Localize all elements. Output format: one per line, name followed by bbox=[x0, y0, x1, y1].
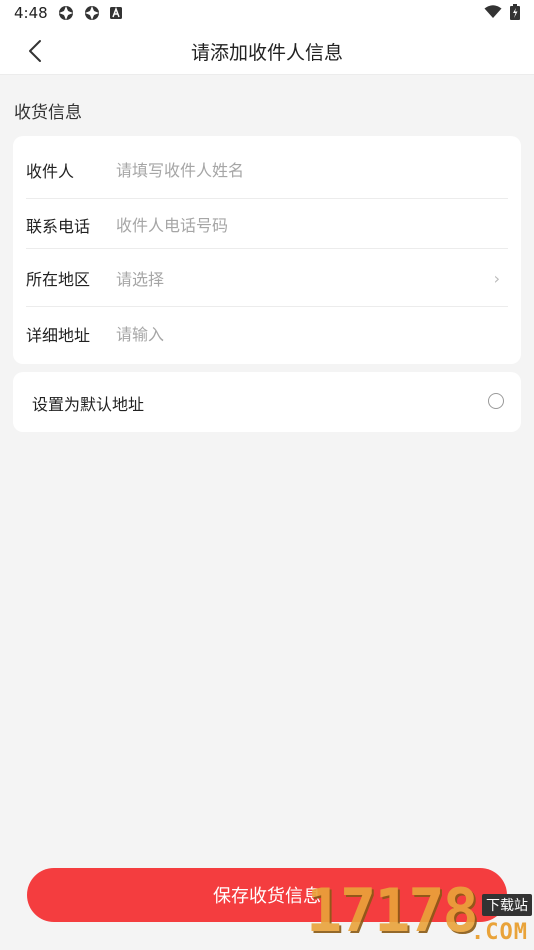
default-address-radio[interactable] bbox=[488, 393, 504, 409]
phone-row: 联系电话 bbox=[26, 199, 508, 251]
status-time: 4:48 bbox=[14, 4, 48, 22]
watermark-number: 17178 bbox=[306, 876, 479, 946]
watermark-logo: 17178 下载站 .COM bbox=[306, 876, 534, 950]
divider bbox=[26, 248, 508, 249]
address-label: 详细地址 bbox=[26, 326, 91, 345]
region-select[interactable]: 请选择 bbox=[116, 266, 494, 290]
a-icon bbox=[110, 7, 122, 19]
default-address-label: 设置为默认地址 bbox=[32, 395, 145, 414]
phone-label: 联系电话 bbox=[26, 217, 91, 236]
watermark-site: 下载站 bbox=[482, 894, 532, 916]
watermark-domain: .COM bbox=[471, 920, 528, 945]
divider bbox=[26, 306, 508, 307]
chevron-right-icon: › bbox=[493, 268, 500, 288]
section-title: 收货信息 bbox=[14, 103, 82, 123]
status-bar: 4:48 bbox=[0, 0, 534, 28]
default-address-card[interactable]: 设置为默认地址 bbox=[13, 372, 521, 432]
recipient-input[interactable] bbox=[116, 160, 508, 180]
address-row: 详细地址 bbox=[26, 308, 508, 360]
app-icon bbox=[59, 6, 73, 20]
region-row[interactable]: 所在地区 请选择 › bbox=[26, 252, 508, 304]
page-title: 请添加收件人信息 bbox=[190, 42, 343, 64]
recipient-row: 收件人 bbox=[26, 144, 508, 196]
address-form-card: 收件人 联系电话 所在地区 请选择 › 详细地址 bbox=[13, 136, 521, 364]
address-input[interactable] bbox=[116, 324, 508, 344]
recipient-label: 收件人 bbox=[26, 162, 75, 181]
phone-input[interactable] bbox=[116, 215, 508, 235]
app-icon bbox=[85, 6, 99, 20]
wifi-icon bbox=[484, 5, 502, 18]
battery-icon bbox=[510, 4, 520, 20]
header-bar: 请添加收件人信息 bbox=[0, 28, 534, 75]
region-label: 所在地区 bbox=[26, 270, 91, 289]
